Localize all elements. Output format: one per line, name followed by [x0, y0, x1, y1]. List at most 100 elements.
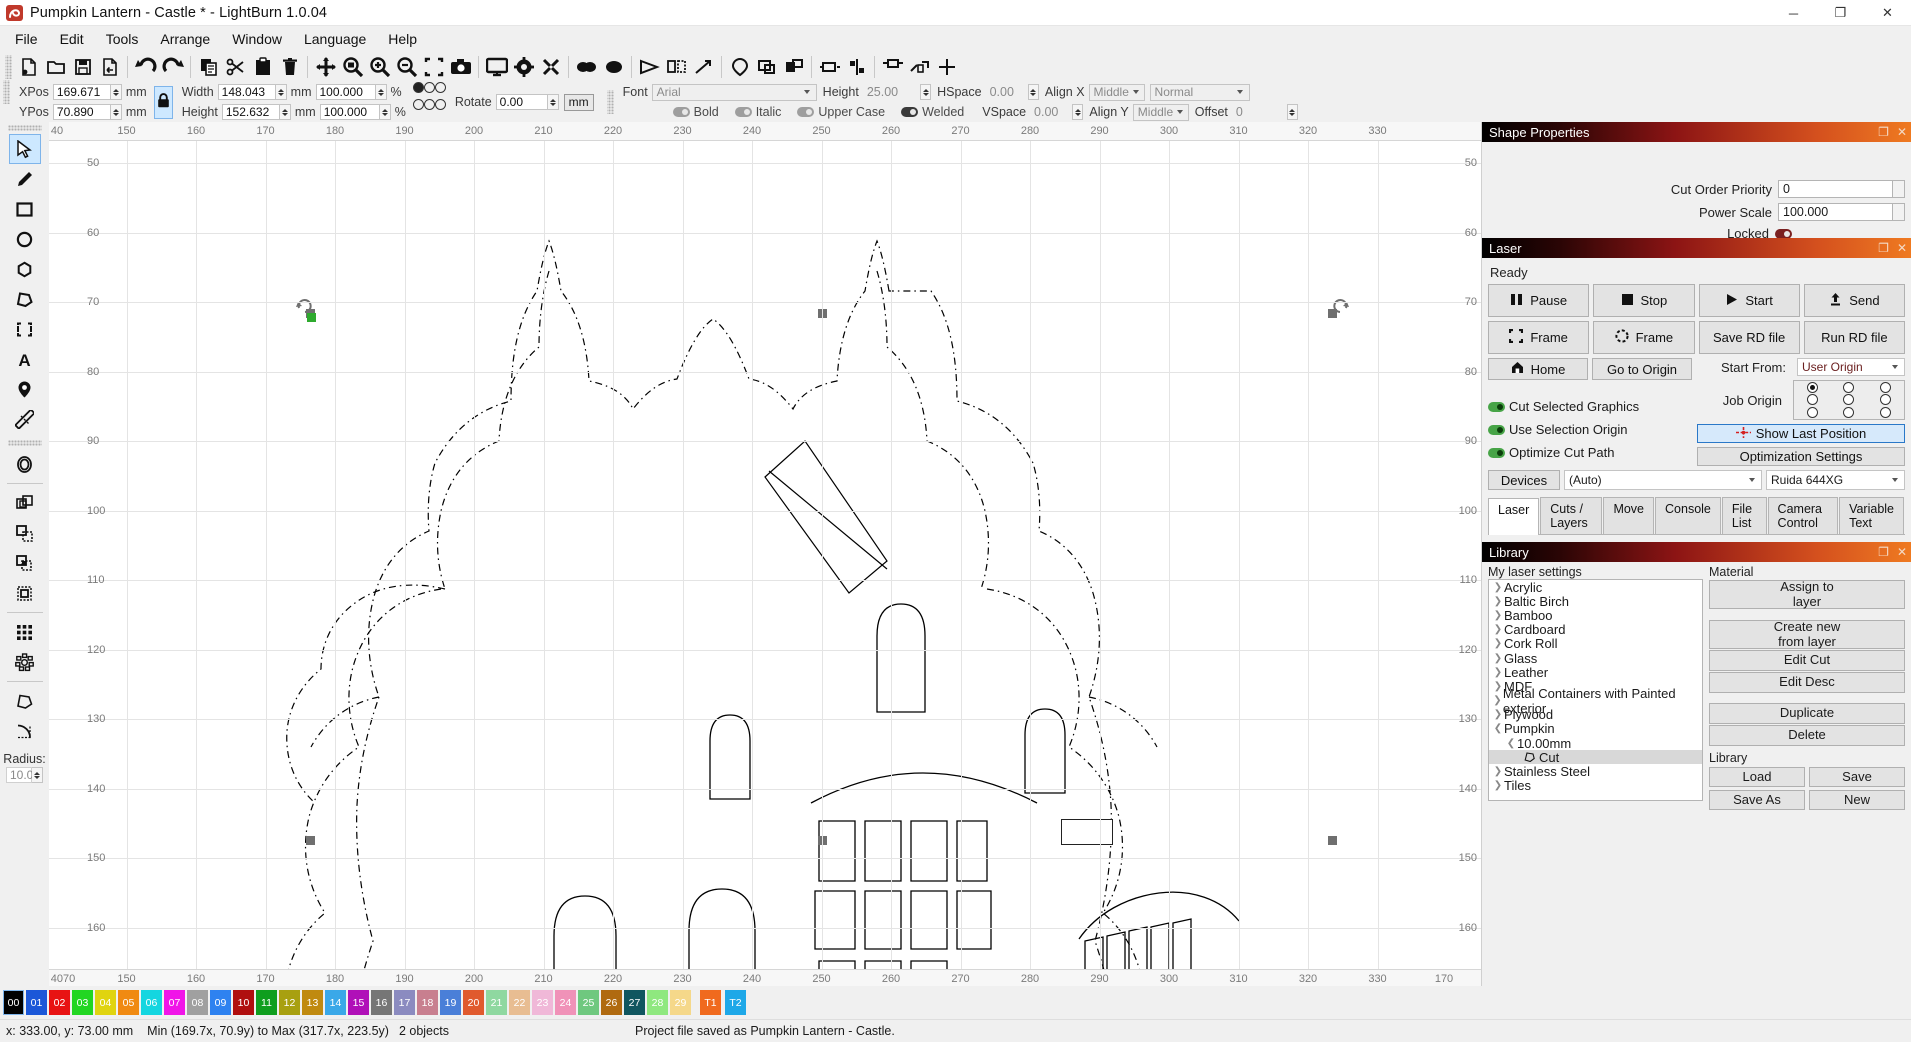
weld-icon[interactable] [726, 54, 753, 81]
height-stepper[interactable] [279, 104, 291, 120]
offset-value[interactable]: 0 [1232, 105, 1247, 119]
palette-swatch-25[interactable]: 25 [578, 990, 599, 1015]
cut-order-priority-stepper[interactable] [1893, 180, 1905, 198]
offset-stepper[interactable] [1286, 104, 1298, 120]
cut-selected-graphics-checkbox[interactable]: Cut Selected Graphics [1488, 399, 1693, 414]
close-panel-icon[interactable]: ✕ [1897, 242, 1907, 254]
height-input[interactable]: 152.632 [221, 104, 280, 120]
chevron-right-icon[interactable]: ❯ [1492, 766, 1504, 777]
devices-button[interactable]: Devices [1488, 470, 1560, 490]
measure-tool[interactable] [9, 404, 41, 434]
vspace-value[interactable]: 0.00 [1030, 105, 1062, 119]
menu-help[interactable]: Help [377, 28, 428, 50]
radius-input[interactable]: 10.0 [6, 767, 33, 783]
tree-item-baltic-birch[interactable]: ❯ Baltic Birch [1489, 594, 1702, 609]
rotate-handle-left-icon[interactable] [296, 296, 314, 317]
open-file-icon[interactable] [42, 54, 69, 81]
tree-item-leather[interactable]: ❯ Leather [1489, 665, 1702, 680]
boolean-union-icon[interactable] [753, 54, 780, 81]
palette-swatch-09[interactable]: 09 [210, 990, 231, 1015]
display-icon[interactable] [483, 54, 510, 81]
paste-icon[interactable] [249, 54, 276, 81]
horizontal-ruler[interactable]: 40 150 160 170 180 190 200 210 220 230 240 250 260 27… [49, 122, 1481, 141]
goto-origin-button[interactable]: Go to Origin [1592, 358, 1692, 380]
chevron-right-icon[interactable]: ❯ [1492, 638, 1504, 649]
assign-to-layer-button[interactable]: Assign to layer [1709, 579, 1905, 609]
tree-item-bamboo[interactable]: ❯ Bamboo [1489, 608, 1702, 623]
load-button[interactable]: Load [1709, 767, 1805, 787]
ungroup-icon[interactable] [600, 54, 627, 81]
chevron-right-icon[interactable]: ❯ [1492, 653, 1504, 664]
selected-sub-shape[interactable] [1061, 819, 1113, 845]
tree-item-metal-containers[interactable]: ❯ Metal Containers with Painted exterior [1489, 686, 1702, 716]
palette-swatch-04[interactable]: 04 [95, 990, 116, 1015]
tab-cuts-layers[interactable]: Cuts / Layers [1540, 497, 1603, 534]
chevron-right-icon[interactable]: ❯ [1492, 624, 1504, 635]
use-selection-origin-checkbox[interactable]: Use Selection Origin [1488, 422, 1693, 437]
zoom-fit-icon[interactable] [339, 54, 366, 81]
grid-array-tool[interactable] [9, 617, 41, 647]
save-button[interactable]: Save [1809, 767, 1905, 787]
chevron-down-icon[interactable]: ❮ [1505, 738, 1517, 749]
chevron-right-icon[interactable]: ❯ [1492, 780, 1504, 791]
close-panel-icon[interactable]: ✕ [1897, 546, 1907, 558]
menu-arrange[interactable]: Arrange [149, 28, 221, 50]
home-button[interactable]: Home [1488, 358, 1588, 380]
menu-window[interactable]: Window [221, 28, 293, 50]
frame-circle-button[interactable]: Frame [1593, 321, 1695, 354]
text-tool[interactable]: A [9, 344, 41, 374]
float-panel-icon[interactable]: ❐ [1878, 126, 1889, 138]
palette-swatch-21[interactable]: 21 [486, 990, 507, 1015]
mirror-horizontal-icon[interactable] [636, 54, 663, 81]
tree-item-cut[interactable]: Cut [1489, 750, 1702, 765]
radius-stepper[interactable] [32, 767, 43, 783]
float-panel-icon[interactable]: ❐ [1878, 242, 1889, 254]
text-height-stepper[interactable] [920, 84, 932, 100]
zoom-out-icon[interactable] [393, 54, 420, 81]
job-origin-mr[interactable] [1880, 394, 1892, 406]
settings-icon[interactable] [510, 54, 537, 81]
width-input[interactable]: 148.043 [217, 84, 276, 100]
maximize-button[interactable]: ❐ [1817, 0, 1864, 26]
fillet-tool[interactable] [9, 716, 41, 746]
draw-line-tool[interactable] [9, 164, 41, 194]
job-origin-bl[interactable] [1806, 407, 1818, 419]
anchor-point-selector[interactable] [412, 82, 446, 115]
job-origin-tc[interactable] [1843, 381, 1855, 393]
propbar-grip[interactable] [3, 80, 10, 104]
edit-desc-button[interactable]: Edit Desc [1709, 672, 1905, 693]
chevron-right-icon[interactable]: ❯ [1492, 695, 1503, 706]
offset-icon[interactable] [816, 54, 843, 81]
chevron-right-icon[interactable]: ❯ [1492, 596, 1504, 607]
palette-swatch-08[interactable]: 08 [187, 990, 208, 1015]
save-rd-file-button[interactable]: Save RD file [1698, 321, 1800, 354]
palette-swatch-07[interactable]: 07 [164, 990, 185, 1015]
circular-array-tool[interactable] [9, 647, 41, 677]
text-height-value[interactable]: 25.00 [863, 85, 902, 99]
boolean-union-tool[interactable] [9, 488, 41, 518]
job-origin-tr[interactable] [1880, 381, 1892, 393]
width-percent-input[interactable]: 100.000 [315, 84, 376, 100]
chevron-right-icon[interactable]: ❯ [1492, 582, 1504, 593]
height-percent-input[interactable]: 100.000 [319, 104, 380, 120]
palette-swatch-05[interactable]: 05 [118, 990, 139, 1015]
palette-swatch-18[interactable]: 18 [417, 990, 438, 1015]
rotate-stepper[interactable] [547, 94, 559, 110]
palette-swatch-29[interactable]: 29 [670, 990, 691, 1015]
menu-edit[interactable]: Edit [49, 28, 95, 50]
mirror-vertical-icon[interactable] [663, 54, 690, 81]
palette-swatch-27[interactable]: 27 [624, 990, 645, 1015]
stop-button[interactable]: Stop [1593, 284, 1695, 317]
welded-toggle[interactable]: Welded [901, 105, 964, 119]
palette-swatch-12[interactable]: 12 [279, 990, 300, 1015]
selection-handle-mid-right[interactable] [1328, 836, 1337, 845]
save-as-button[interactable]: Save As [1709, 790, 1805, 810]
optimization-settings-button[interactable]: Optimization Settings [1697, 447, 1905, 466]
float-panel-icon[interactable]: ❐ [1878, 546, 1889, 558]
ypos-input[interactable]: 70.890 [52, 104, 111, 120]
move-icon[interactable] [312, 54, 339, 81]
job-origin-bc[interactable] [1843, 407, 1855, 419]
align-icon[interactable] [843, 54, 870, 81]
toolbar-grip[interactable] [5, 55, 12, 79]
position-tool[interactable] [9, 374, 41, 404]
